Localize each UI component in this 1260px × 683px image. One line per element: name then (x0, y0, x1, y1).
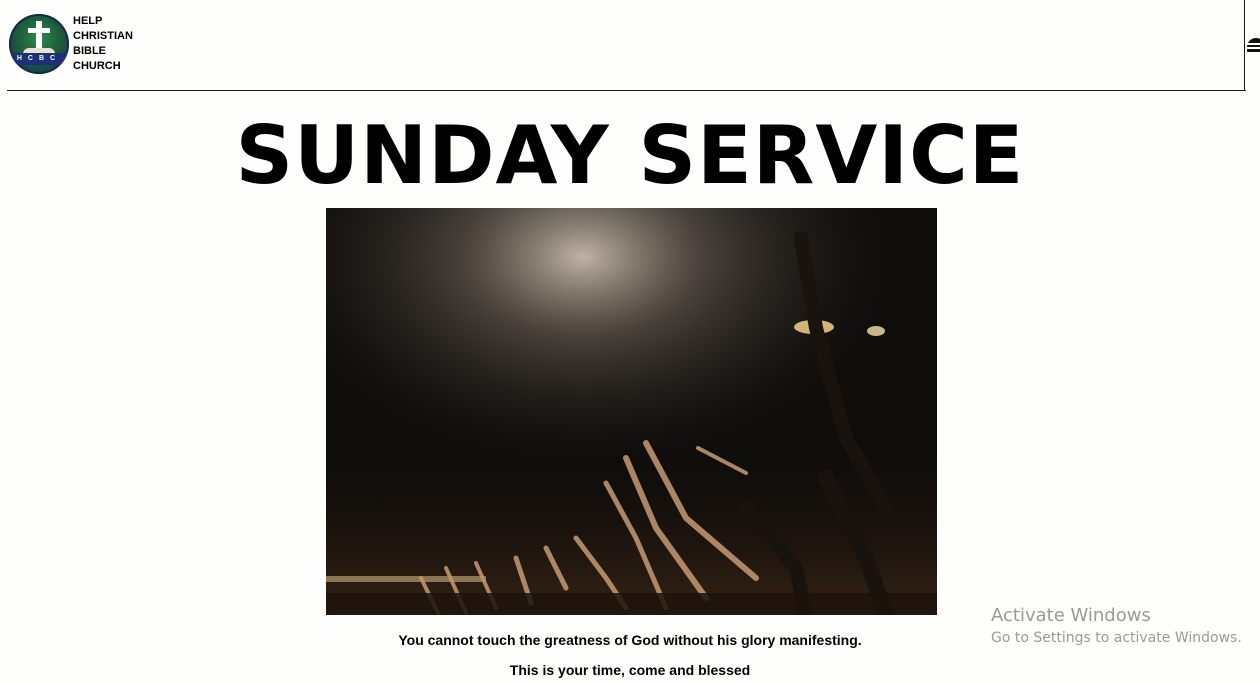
tagline-secondary: This is your time, come and blessed (509, 662, 751, 678)
site-header: HCBC HELP CHRISTIAN BIBLE CHURCH (7, 0, 1246, 91)
menu-icon[interactable] (1247, 38, 1260, 54)
church-name-line: BIBLE (73, 45, 106, 57)
page-title: SUNDAY SERVICE (235, 109, 1025, 202)
church-name: HELP CHRISTIAN BIBLE CHURCH (73, 14, 133, 74)
page: HCBC HELP CHRISTIAN BIBLE CHURCH SUNDAY … (0, 0, 1260, 683)
church-name-line: CHURCH (73, 60, 121, 72)
church-cross-logo-icon: HCBC (9, 14, 69, 74)
activate-windows-watermark: Activate Windows Go to Settings to activ… (991, 604, 1242, 648)
logo-link[interactable]: HCBC HELP CHRISTIAN BIBLE CHURCH (9, 14, 133, 74)
logo-badge-text: HCBC (9, 53, 69, 65)
header-divider (1244, 0, 1245, 90)
hero-image (326, 208, 937, 615)
church-name-line: CHRISTIAN (73, 30, 133, 42)
watermark-title: Activate Windows (991, 605, 1151, 626)
watermark-subtitle: Go to Settings to activate Windows. (991, 630, 1242, 646)
church-name-line: HELP (73, 15, 103, 27)
